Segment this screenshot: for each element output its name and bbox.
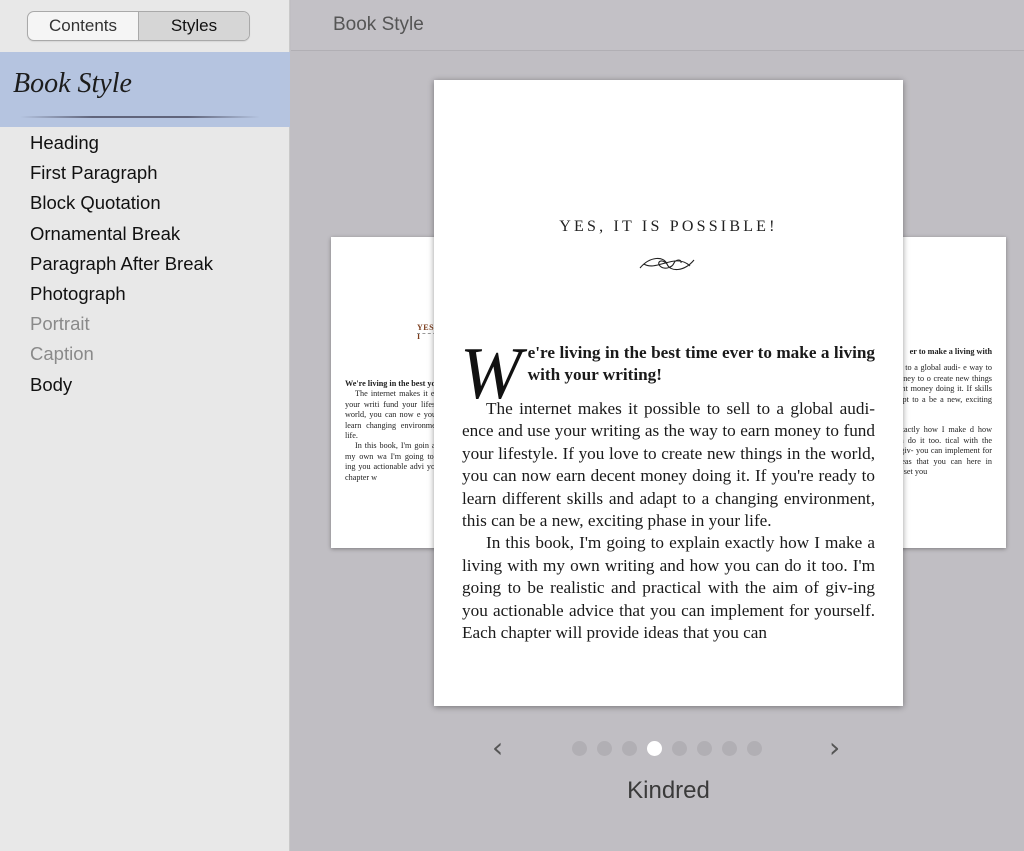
page-dot[interactable]: [747, 741, 762, 756]
chevron-left-icon[interactable]: ‹: [492, 734, 503, 762]
preview-body-text: W e're living in the best time ever to m…: [460, 333, 875, 644]
main-toolbar: Book Style: [291, 0, 1024, 51]
thumb-lead: er to make a living with: [909, 347, 992, 356]
style-item-caption[interactable]: Caption: [30, 339, 213, 369]
thumb-body-text: er to make a living with e to sell to a …: [896, 347, 992, 477]
page-title: Book Style: [333, 14, 424, 35]
sidebar: Contents Styles Book Style Heading First…: [0, 0, 290, 851]
page-dot[interactable]: [672, 741, 687, 756]
header-divider: [20, 116, 260, 118]
preview-page-next[interactable]: er to make a living with e to sell to a …: [896, 237, 1006, 548]
style-item-body[interactable]: Body: [30, 370, 213, 400]
page-dot[interactable]: [697, 741, 712, 756]
flourish-ornament-icon: [639, 257, 695, 271]
thumb-paragraph: plain exactly how I make d how you can d…: [896, 425, 992, 477]
preview-page-current: YES, IT IS POSSIBLE! W e're living in th…: [434, 80, 903, 706]
thumb-paragraph: In this book, I'm goin a living with my …: [345, 441, 441, 482]
style-item-first-paragraph[interactable]: First Paragraph: [30, 158, 213, 188]
page-dot[interactable]: [597, 741, 612, 756]
body-paragraph: The internet makes it possible to sell t…: [462, 399, 875, 531]
style-item-block-quotation[interactable]: Block Quotation: [30, 188, 213, 218]
style-item-photograph[interactable]: Photograph: [30, 279, 213, 309]
page-dots: [572, 741, 762, 756]
page-dot[interactable]: [622, 741, 637, 756]
tab-styles[interactable]: Styles: [139, 12, 249, 40]
thumb-lead: We're living in the best your writing!: [345, 379, 441, 388]
page-dot[interactable]: [572, 741, 587, 756]
page-dot[interactable]: [722, 741, 737, 756]
style-item-heading[interactable]: Heading: [30, 128, 213, 158]
thumb-paragraph: e to sell to a global audi- e way to ear…: [896, 363, 992, 404]
style-item-portrait[interactable]: Portrait: [30, 309, 213, 339]
preview-page-previous[interactable]: YES, I We're living in the best your wri…: [331, 237, 441, 548]
book-style-header[interactable]: Book Style: [0, 52, 290, 127]
chapter-title: YES, IT IS POSSIBLE!: [559, 218, 778, 235]
tab-contents[interactable]: Contents: [28, 12, 139, 40]
style-list: Heading First Paragraph Block Quotation …: [30, 128, 213, 400]
view-switcher: Contents Styles: [27, 11, 250, 41]
page-dot[interactable]: [647, 741, 662, 756]
first-paragraph-lead: e're living in the best time ever to mak…: [527, 343, 875, 385]
theme-name: Kindred: [627, 777, 710, 804]
book-style-title: Book Style: [13, 68, 132, 99]
theme-pager: ‹ ›: [434, 732, 903, 766]
style-item-ornamental-break[interactable]: Ornamental Break: [30, 219, 213, 249]
thumb-paragraph: The internet makes it ence and use your …: [345, 389, 441, 441]
body-paragraph: In this book, I'm going to explain exact…: [462, 533, 875, 643]
thumb-body-text: We're living in the best your writing! T…: [345, 379, 441, 483]
style-item-paragraph-after-break[interactable]: Paragraph After Break: [30, 249, 213, 279]
drop-cap: W: [460, 333, 522, 415]
chevron-right-icon[interactable]: ›: [829, 734, 840, 762]
